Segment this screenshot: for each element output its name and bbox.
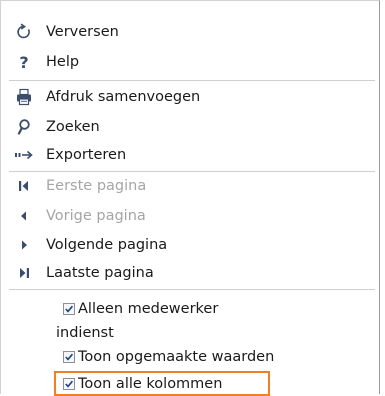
- menu-item-verversen[interactable]: Verversen: [1, 18, 377, 46]
- menu-item-label: Vorige pagina: [46, 208, 146, 224]
- menu-item-label: Volgende pagina: [46, 237, 168, 253]
- next-page-icon: [13, 235, 35, 255]
- checkbox-label: Toon opgemaakte waarden: [78, 349, 275, 365]
- svg-text:?: ?: [19, 53, 28, 71]
- menu-separator: [9, 289, 375, 290]
- menu-item-label: Exporteren: [46, 147, 127, 163]
- question-mark-icon: ?: [13, 52, 35, 72]
- menu-item-vorige-pagina[interactable]: Vorige pagina: [1, 202, 377, 230]
- menu-item-afdruk-samenvoegen[interactable]: Afdruk samenvoegen: [1, 83, 377, 111]
- menu-item-exporteren[interactable]: Exporteren: [1, 141, 377, 169]
- menu-item-label: Help: [46, 54, 80, 70]
- menu-item-label: Verversen: [46, 24, 119, 40]
- checkbox-checked-icon[interactable]: [63, 303, 75, 315]
- menu-item-label: Eerste pagina: [46, 178, 147, 194]
- checkbox-label: Alleen medewerker: [78, 301, 219, 317]
- previous-page-icon: [13, 206, 35, 226]
- search-icon: [13, 117, 35, 137]
- menu-item-eerste-pagina[interactable]: Eerste pagina: [1, 172, 377, 200]
- menu-item-label: Afdruk samenvoegen: [46, 89, 201, 105]
- first-page-icon: [13, 176, 35, 196]
- menu-item-help[interactable]: ? Help: [1, 48, 377, 76]
- last-page-icon: [13, 263, 35, 283]
- menu-item-label: Laatste pagina: [46, 265, 154, 281]
- menu-item-volgende-pagina[interactable]: Volgende pagina: [1, 231, 377, 259]
- highlight-box: [54, 371, 270, 396]
- checkbox-checked-icon[interactable]: [63, 351, 75, 363]
- export-arrow-icon: [13, 145, 35, 165]
- refresh-icon: [13, 22, 35, 42]
- menu-separator: [9, 80, 375, 81]
- context-menu: Verversen ? Help Afdruk samenvoegen Zoek…: [0, 0, 380, 396]
- show-formatted-values-checkbox[interactable]: Toon opgemaakte waarden: [63, 346, 274, 368]
- menu-item-label: Zoeken: [46, 119, 100, 135]
- only-employee-in-service-checkbox[interactable]: Alleen medewerker: [63, 298, 218, 320]
- menu-item-laatste-pagina[interactable]: Laatste pagina: [1, 259, 377, 287]
- checkbox-label-continuation: indienst: [56, 325, 114, 341]
- menu-item-zoeken[interactable]: Zoeken: [1, 113, 377, 141]
- printer-icon: [13, 87, 35, 107]
